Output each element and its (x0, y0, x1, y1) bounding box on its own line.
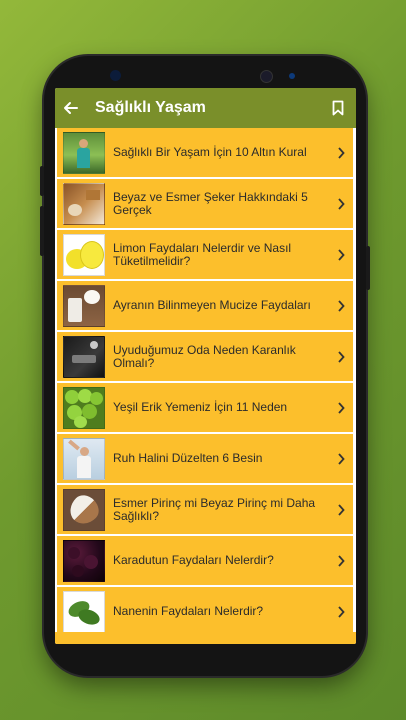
list-item-label: Ayranın Bilinmeyen Mucize Faydaları (113, 298, 311, 312)
front-sensor (289, 73, 295, 79)
lemon-thumbnail (63, 233, 105, 276)
list-item[interactable]: Yeşil Erik Yemeniz İçin 11 Neden (57, 383, 353, 432)
woman-nature-thumbnail (63, 131, 105, 174)
happy-woman-thumbnail (63, 437, 105, 480)
list-item[interactable]: Uyuduğumuz Oda Neden Karanlık Olmalı? (57, 332, 353, 381)
sugar-thumbnail (63, 182, 105, 225)
list-item[interactable]: Ruh Halini Düzelten 6 Besin (57, 434, 353, 483)
list-item-label: Ruh Halini Düzelten 6 Besin (113, 451, 263, 465)
back-button[interactable] (55, 88, 87, 128)
list-item[interactable]: Limon Faydaları Nelerdir ve Nasıl Tüketi… (57, 230, 353, 279)
list-item[interactable]: Ayranın Bilinmeyen Mucize Faydaları (57, 281, 353, 330)
rice-thumbnail (63, 488, 105, 531)
chevron-right-icon (338, 554, 345, 567)
list-item-label: Karadutun Faydaları Nelerdir? (113, 553, 274, 567)
mint-thumbnail (63, 590, 105, 633)
app-bar: Sağlıklı Yaşam (55, 88, 356, 128)
list-item[interactable]: Beyaz ve Esmer Şeker Hakkındaki 5 Gerçek (57, 179, 353, 228)
app-screen: Sağlıklı Yaşam Sağlıklı Bir Yaşam İçin 1… (55, 88, 356, 644)
back-arrow-icon (64, 102, 78, 114)
list-item[interactable]: Nanenin Faydaları Nelerdir? (57, 587, 353, 636)
chevron-right-icon (338, 605, 345, 618)
list-item-label: Yeşil Erik Yemeniz İçin 11 Neden (113, 400, 288, 414)
list-item[interactable]: Sağlıklı Bir Yaşam İçin 10 Altın Kural (57, 128, 353, 177)
green-plum-thumbnail (63, 386, 105, 429)
list-item[interactable]: Karadutun Faydaları Nelerdir? (57, 536, 353, 585)
chevron-right-icon (338, 197, 345, 210)
front-camera (110, 70, 121, 81)
list-footer-strip (55, 632, 356, 644)
phone-side-button (40, 206, 44, 256)
list-item-label: Beyaz ve Esmer Şeker Hakkındaki 5 Gerçek (113, 189, 308, 217)
chevron-right-icon (338, 503, 345, 516)
phone-side-button (40, 166, 44, 196)
chevron-right-icon (338, 452, 345, 465)
list-item[interactable]: Esmer Pirinç mi Beyaz Pirinç mi Daha Sağ… (57, 485, 353, 534)
list-item-label: Sağlıklı Bir Yaşam İçin 10 Altın Kural (113, 145, 307, 159)
list-item-label: Limon Faydaları Nelerdir ve Nasıl Tüketi… (113, 240, 292, 268)
ayran-thumbnail (63, 284, 105, 327)
bookmark-button[interactable] (324, 88, 352, 128)
phone-side-button (366, 246, 370, 290)
chevron-right-icon (338, 146, 345, 159)
chevron-right-icon (338, 248, 345, 261)
list-item-label: Uyuduğumuz Oda Neden Karanlık Olmalı? (113, 342, 296, 370)
dark-room-thumbnail (63, 335, 105, 378)
blackberry-thumbnail (63, 539, 105, 582)
list-item-label: Esmer Pirinç mi Beyaz Pirinç mi Daha Sağ… (113, 495, 316, 523)
article-list: Sağlıklı Bir Yaşam İçin 10 Altın Kural B… (55, 128, 356, 638)
chevron-right-icon (338, 299, 345, 312)
chevron-right-icon (338, 350, 345, 363)
chevron-right-icon (338, 401, 345, 414)
front-sensor (260, 70, 273, 83)
list-item-label: Nanenin Faydaları Nelerdir? (113, 604, 264, 618)
page-title: Sağlıklı Yaşam (95, 99, 206, 116)
bookmark-icon (332, 100, 344, 116)
